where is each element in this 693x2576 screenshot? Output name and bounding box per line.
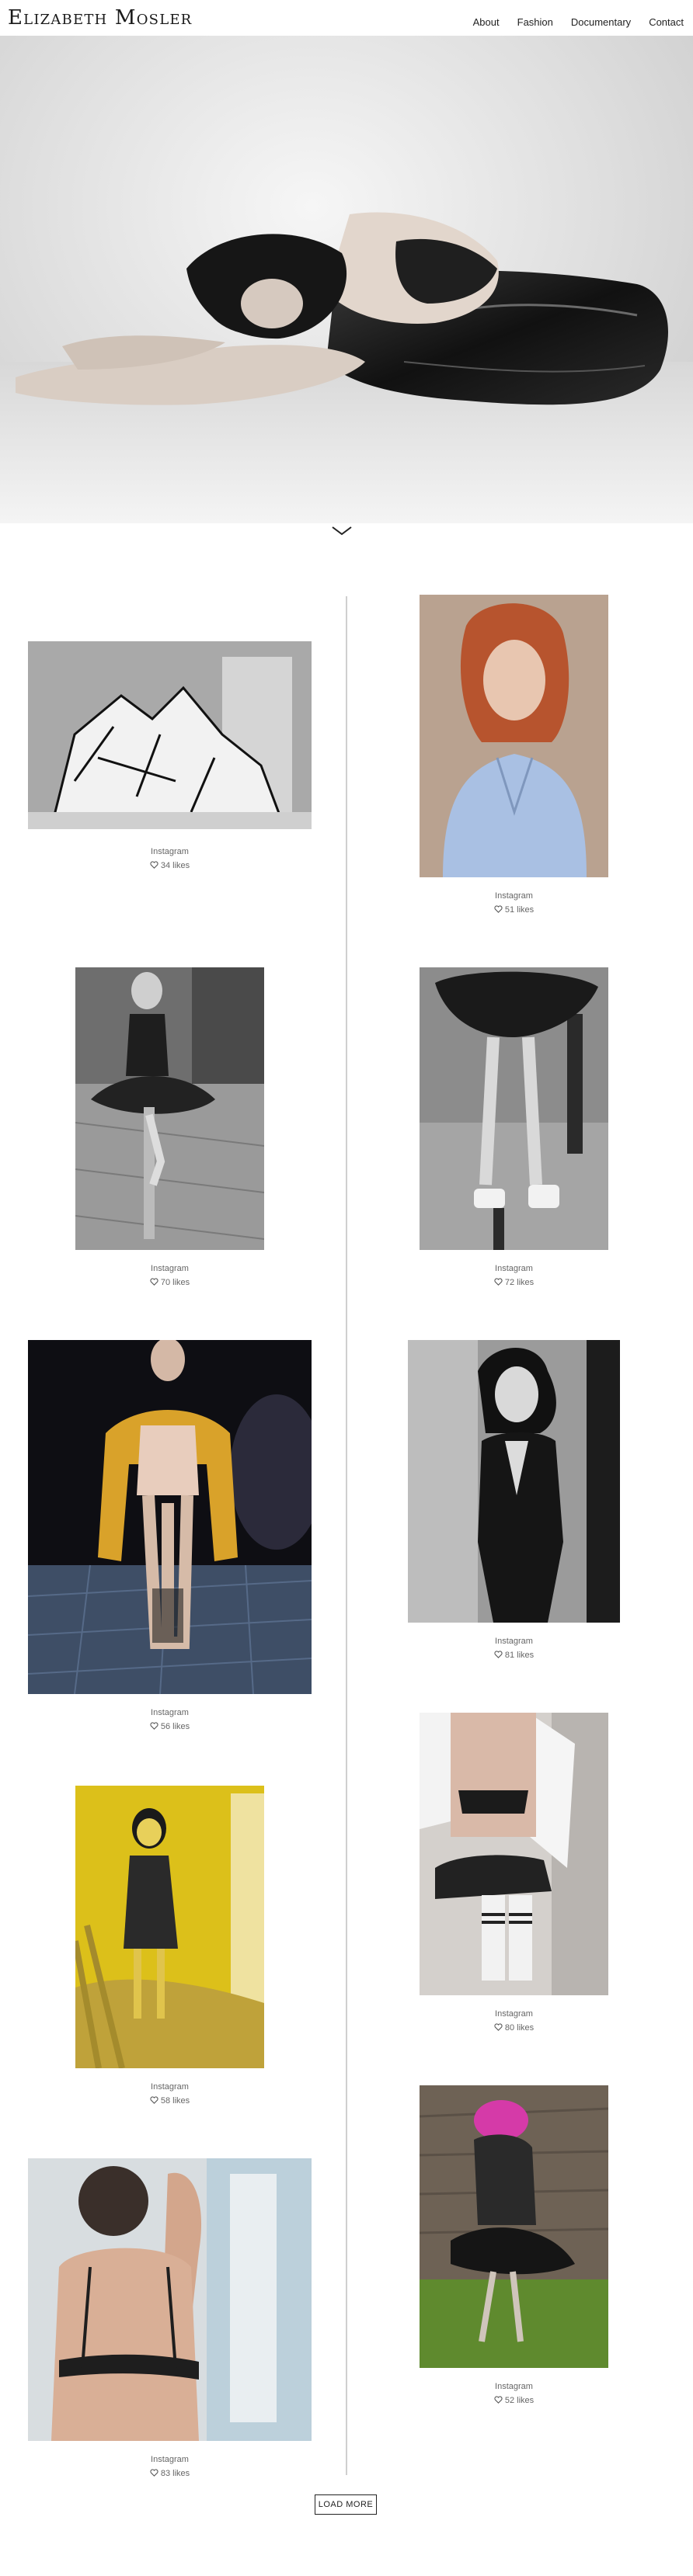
heart-icon[interactable] (494, 1651, 503, 1658)
instagram-post: Instagram 83 likes (28, 2158, 312, 2484)
post-source[interactable]: Instagram (420, 1264, 608, 1273)
post-source[interactable]: Instagram (75, 2082, 264, 2092)
heart-icon[interactable] (150, 2469, 158, 2477)
post-photo[interactable] (420, 595, 608, 877)
post-photo[interactable] (75, 1786, 264, 2068)
likes-count: 56 likes (160, 1722, 190, 1731)
post-likes: 80 likes (420, 2023, 608, 2033)
post-source[interactable]: Instagram (28, 1708, 312, 1717)
post-photo[interactable] (420, 2085, 608, 2368)
likes-count: 80 likes (504, 2023, 535, 2033)
instagram-post: Instagram 80 likes (420, 1713, 608, 2039)
post-likes: 51 likes (420, 905, 608, 915)
post-likes: 70 likes (75, 1278, 264, 1287)
heart-icon[interactable] (150, 861, 158, 869)
heart-icon[interactable] (150, 1722, 158, 1730)
nav-contact[interactable]: Contact (649, 16, 684, 28)
nav-documentary[interactable]: Documentary (571, 16, 631, 28)
post-likes: 83 likes (28, 2469, 312, 2478)
chevron-down-icon[interactable] (330, 524, 353, 538)
post-likes: 34 likes (28, 861, 312, 870)
heart-icon[interactable] (150, 2096, 158, 2104)
post-source[interactable]: Instagram (420, 891, 608, 901)
post-source[interactable]: Instagram (28, 2455, 312, 2464)
post-source[interactable]: Instagram (28, 847, 312, 856)
instagram-post: Instagram 72 likes (420, 967, 608, 1287)
likes-count: 52 likes (504, 2396, 535, 2405)
likes-count: 72 likes (504, 1278, 535, 1287)
likes-count: 81 likes (504, 1651, 535, 1660)
likes-count: 83 likes (160, 2469, 190, 2478)
post-likes: 52 likes (420, 2396, 608, 2405)
heart-icon[interactable] (150, 1278, 158, 1286)
post-source[interactable]: Instagram (420, 2382, 608, 2391)
instagram-post: Instagram 56 likes (28, 1340, 312, 1736)
hero-photo-graphic (0, 212, 693, 523)
site-logo[interactable]: Elizabeth Mosler (8, 6, 192, 30)
timeline-divider (346, 596, 347, 2475)
main-nav: About Fashion Documentary Contact (455, 16, 684, 28)
nav-fashion[interactable]: Fashion (517, 16, 553, 28)
heart-icon[interactable] (494, 905, 503, 913)
instagram-post: Instagram 58 likes (75, 1786, 264, 2112)
likes-count: 51 likes (504, 905, 535, 915)
post-likes: 58 likes (75, 2096, 264, 2106)
post-likes: 72 likes (420, 1278, 608, 1287)
post-source[interactable]: Instagram (420, 2009, 608, 2019)
post-likes: 56 likes (28, 1722, 312, 1731)
instagram-post: Instagram 34 likes (28, 641, 312, 874)
post-photo[interactable] (408, 1340, 620, 1623)
post-photo[interactable] (28, 641, 312, 829)
post-likes: 81 likes (408, 1651, 620, 1660)
load-more-button[interactable]: LOAD MORE (315, 2494, 377, 2515)
site-header: Elizabeth Mosler About Fashion Documenta… (0, 0, 693, 36)
heart-icon[interactable] (494, 2023, 503, 2031)
hero-image (0, 36, 693, 523)
likes-count: 34 likes (160, 861, 190, 870)
post-source[interactable]: Instagram (408, 1637, 620, 1646)
post-photo[interactable] (28, 2158, 312, 2441)
nav-about[interactable]: About (473, 16, 500, 28)
instagram-post: Instagram 70 likes (75, 967, 264, 1287)
instagram-post: Instagram 51 likes (420, 595, 608, 915)
likes-count: 70 likes (160, 1278, 190, 1287)
post-photo[interactable] (75, 967, 264, 1250)
heart-icon[interactable] (494, 2396, 503, 2404)
post-source[interactable]: Instagram (75, 1264, 264, 1273)
post-photo[interactable] (420, 1713, 608, 1995)
instagram-post: Instagram 81 likes (408, 1340, 620, 1666)
post-photo[interactable] (28, 1340, 312, 1694)
likes-count: 58 likes (160, 2096, 190, 2106)
heart-icon[interactable] (494, 1278, 503, 1286)
instagram-post: Instagram 52 likes (420, 2085, 608, 2411)
post-photo[interactable] (420, 967, 608, 1250)
